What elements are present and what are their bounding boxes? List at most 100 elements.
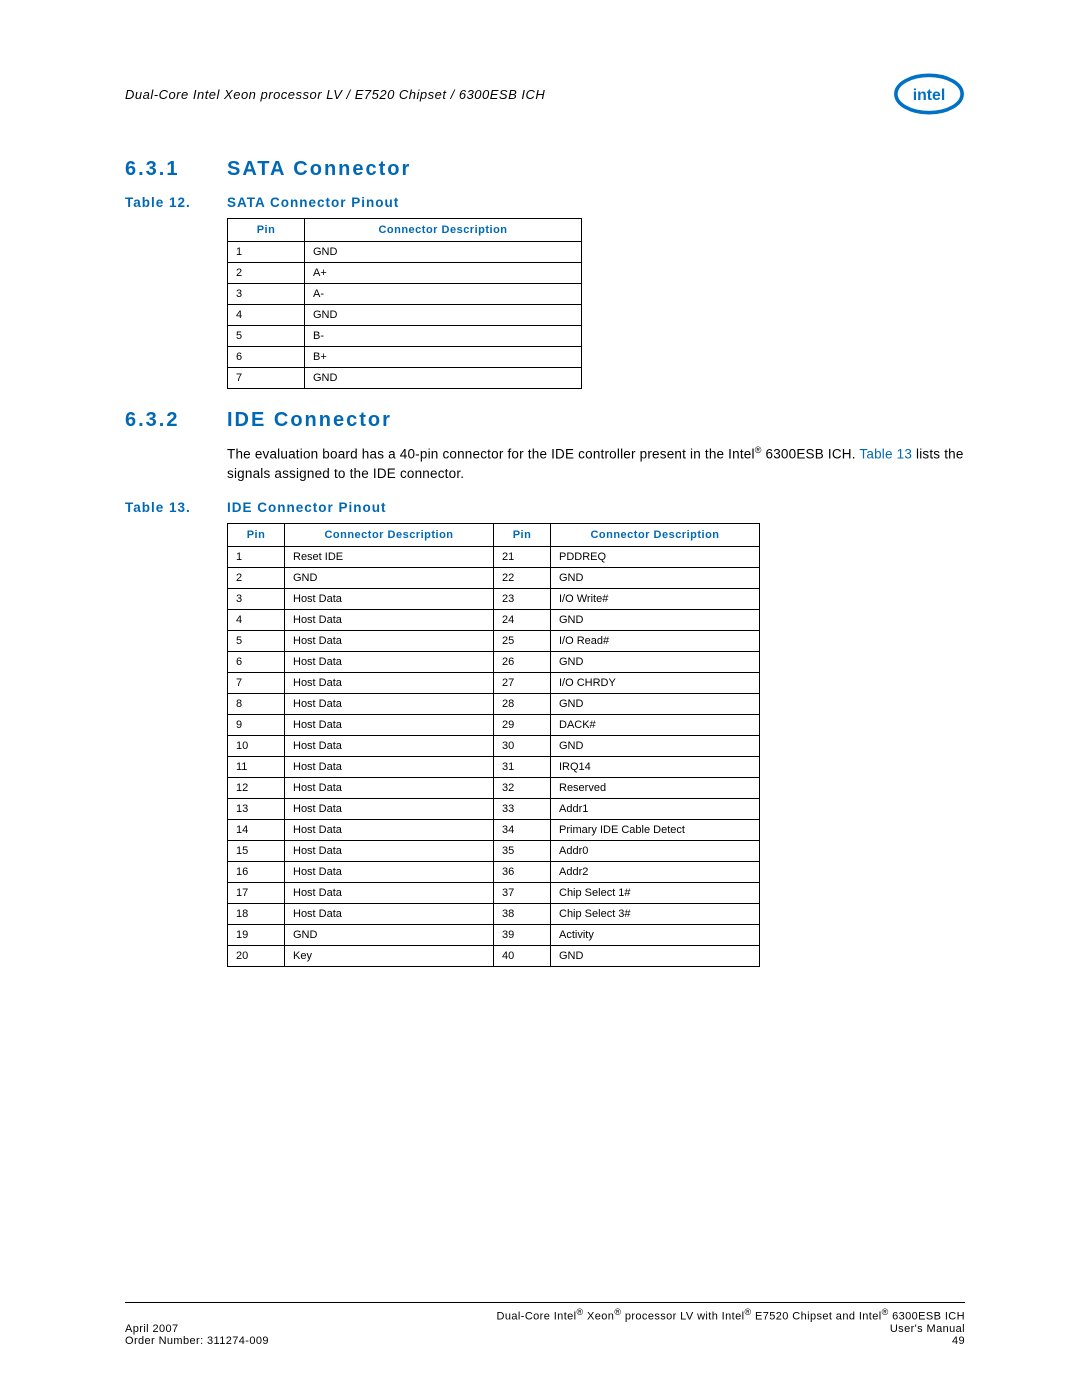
- pin-cell: 29: [494, 714, 551, 735]
- desc-cell: Host Data: [285, 777, 494, 798]
- pin-cell: 5: [228, 630, 285, 651]
- table-row: 4Host Data24GND: [228, 609, 760, 630]
- desc-cell: GND: [551, 567, 760, 588]
- pin-cell: 21: [494, 546, 551, 567]
- desc-cell: Host Data: [285, 882, 494, 903]
- footer-product-line: Dual-Core Intel® Xeon® processor LV with…: [497, 1307, 965, 1323]
- desc-cell: GND: [551, 693, 760, 714]
- desc-cell: Addr0: [551, 840, 760, 861]
- desc-cell: GND: [285, 567, 494, 588]
- pin-cell: 16: [228, 861, 285, 882]
- pin-cell: 4: [228, 609, 285, 630]
- table-row: 3Host Data23I/O Write#: [228, 588, 760, 609]
- pin-cell: 8: [228, 693, 285, 714]
- svg-text:intel: intel: [913, 87, 946, 104]
- table-row: 18Host Data38Chip Select 3#: [228, 903, 760, 924]
- table-row: 17Host Data37Chip Select 1#: [228, 882, 760, 903]
- table-row: 6Host Data26GND: [228, 651, 760, 672]
- pin-cell: 6: [228, 651, 285, 672]
- desc-cell: GND: [285, 924, 494, 945]
- table-12-caption: Table 12. SATA Connector Pinout: [125, 195, 965, 210]
- table-row: 1Reset IDE21PDDREQ: [228, 546, 760, 567]
- table-row: 10Host Data30GND: [228, 735, 760, 756]
- pin-cell: 6: [228, 347, 305, 368]
- desc-cell: I/O CHRDY: [551, 672, 760, 693]
- desc-cell: Host Data: [285, 630, 494, 651]
- table-row: 19GND39Activity: [228, 924, 760, 945]
- desc-cell: GND: [551, 735, 760, 756]
- desc-cell: Host Data: [285, 861, 494, 882]
- desc-cell: Host Data: [285, 693, 494, 714]
- table-title: SATA Connector Pinout: [227, 195, 399, 210]
- section-title: SATA Connector: [227, 158, 411, 181]
- pin-cell: 40: [494, 945, 551, 966]
- pin-cell: 9: [228, 714, 285, 735]
- col-pin: Pin: [494, 523, 551, 546]
- section-6-3-1-heading: 6.3.1 SATA Connector: [125, 158, 965, 181]
- table-row: 20Key40GND: [228, 945, 760, 966]
- desc-cell: GND: [305, 242, 582, 263]
- desc-cell: I/O Read#: [551, 630, 760, 651]
- pin-cell: 38: [494, 903, 551, 924]
- desc-cell: Host Data: [285, 609, 494, 630]
- desc-cell: GND: [305, 368, 582, 389]
- desc-cell: GND: [551, 945, 760, 966]
- pin-cell: 37: [494, 882, 551, 903]
- pin-cell: 15: [228, 840, 285, 861]
- pin-cell: 34: [494, 819, 551, 840]
- table-row: 4GND: [228, 305, 582, 326]
- table-13-caption: Table 13. IDE Connector Pinout: [125, 500, 965, 515]
- desc-cell: Addr1: [551, 798, 760, 819]
- table-row: 3A-: [228, 284, 582, 305]
- pin-cell: 20: [228, 945, 285, 966]
- pin-cell: 7: [228, 368, 305, 389]
- desc-cell: Host Data: [285, 756, 494, 777]
- desc-cell: Host Data: [285, 672, 494, 693]
- pin-cell: 35: [494, 840, 551, 861]
- pin-cell: 22: [494, 567, 551, 588]
- para-text: 6300ESB ICH.: [762, 447, 860, 462]
- pin-cell: 32: [494, 777, 551, 798]
- desc-cell: A-: [305, 284, 582, 305]
- pin-cell: 11: [228, 756, 285, 777]
- desc-cell: Reserved: [551, 777, 760, 798]
- pin-cell: 39: [494, 924, 551, 945]
- intel-logo-icon: intel: [893, 70, 965, 118]
- table-row: 2A+: [228, 263, 582, 284]
- table-row: 1GND: [228, 242, 582, 263]
- desc-cell: Key: [285, 945, 494, 966]
- page-header: Dual-Core Intel Xeon processor LV / E752…: [125, 70, 965, 118]
- table-13-link[interactable]: Table 13: [859, 447, 912, 462]
- pin-cell: 17: [228, 882, 285, 903]
- table-row: 14Host Data34Primary IDE Cable Detect: [228, 819, 760, 840]
- section-number: 6.3.2: [125, 409, 227, 432]
- page-footer: Dual-Core Intel® Xeon® processor LV with…: [125, 1302, 965, 1347]
- col-desc: Connector Description: [551, 523, 760, 546]
- desc-cell: Host Data: [285, 714, 494, 735]
- header-title: Dual-Core Intel Xeon processor LV / E752…: [125, 87, 545, 102]
- table-label: Table 13.: [125, 500, 227, 515]
- desc-cell: Host Data: [285, 903, 494, 924]
- pin-cell: 3: [228, 588, 285, 609]
- pin-cell: 10: [228, 735, 285, 756]
- table-row: 7Host Data27I/O CHRDY: [228, 672, 760, 693]
- pin-cell: 27: [494, 672, 551, 693]
- pin-cell: 25: [494, 630, 551, 651]
- desc-cell: Chip Select 3#: [551, 903, 760, 924]
- table-row: 5B-: [228, 326, 582, 347]
- col-pin: Pin: [228, 219, 305, 242]
- table-title: IDE Connector Pinout: [227, 500, 387, 515]
- section-6-3-2-heading: 6.3.2 IDE Connector: [125, 409, 965, 432]
- pin-cell: 1: [228, 242, 305, 263]
- section-number: 6.3.1: [125, 158, 227, 181]
- desc-cell: B-: [305, 326, 582, 347]
- desc-cell: Host Data: [285, 735, 494, 756]
- pin-cell: 2: [228, 263, 305, 284]
- desc-cell: Host Data: [285, 798, 494, 819]
- pin-cell: 30: [494, 735, 551, 756]
- desc-cell: Host Data: [285, 840, 494, 861]
- desc-cell: Host Data: [285, 588, 494, 609]
- desc-cell: GND: [305, 305, 582, 326]
- para-text: The evaluation board has a 40-pin connec…: [227, 447, 755, 462]
- col-pin: Pin: [228, 523, 285, 546]
